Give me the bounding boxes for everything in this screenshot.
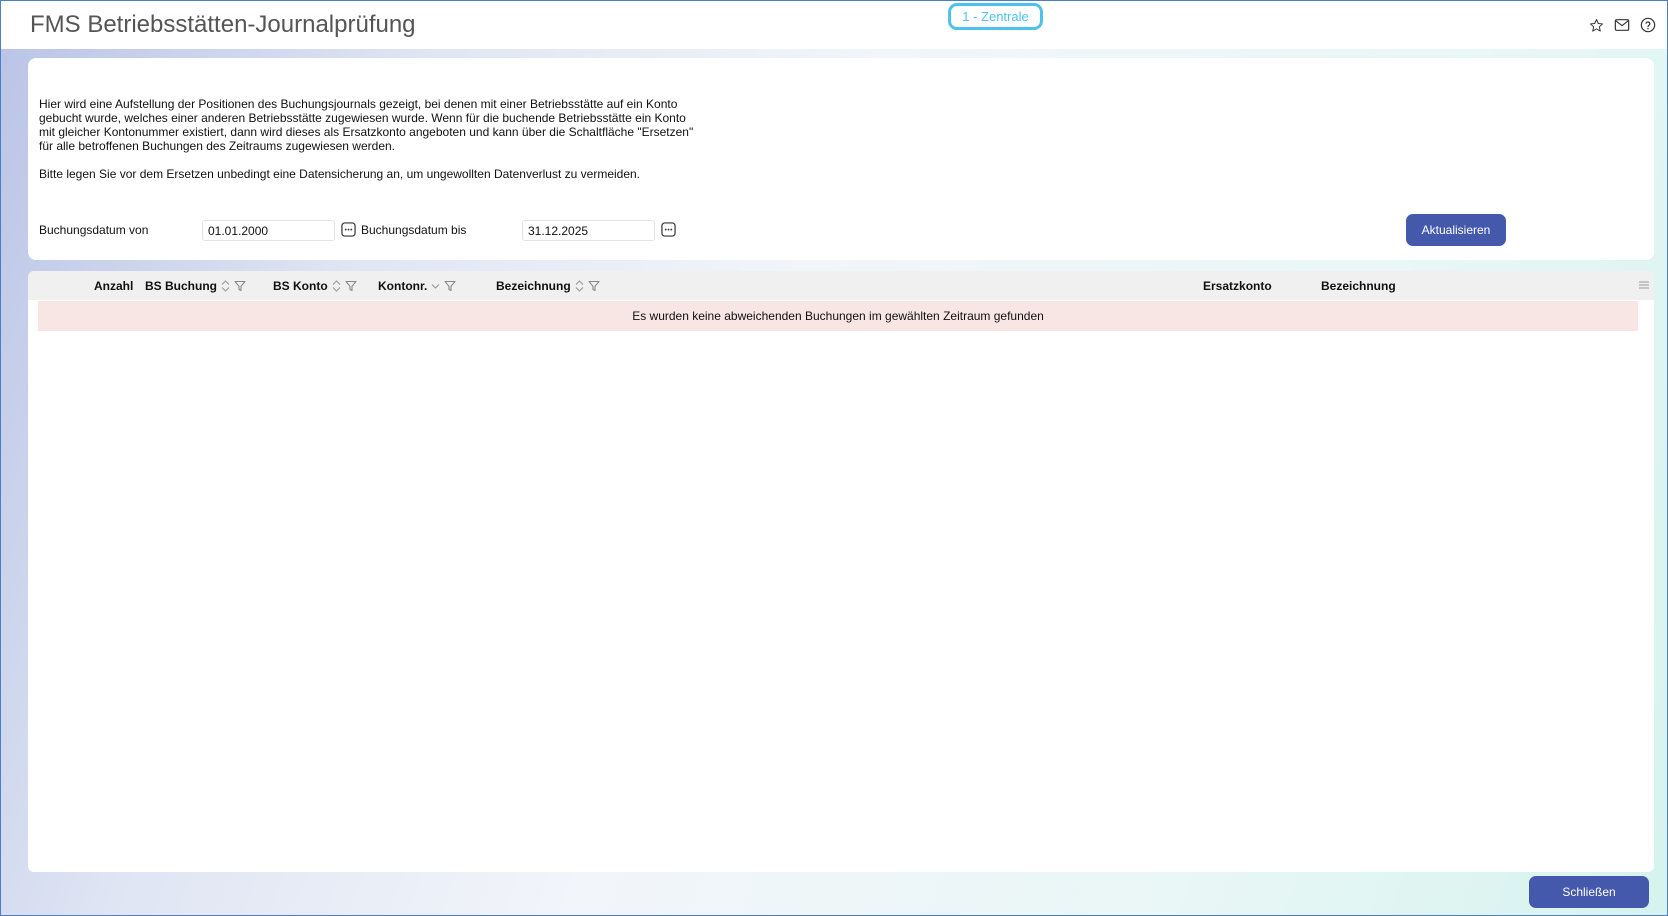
sort-icon[interactable] [332,280,341,292]
star-icon[interactable] [1587,16,1605,34]
close-button[interactable]: Schließen [1529,876,1649,908]
column-bs-buchung[interactable]: BS Buchung [145,279,246,293]
sort-descending-icon[interactable] [431,280,440,292]
filter-icon[interactable] [588,280,600,292]
results-grid: Anzahl BS Buchung BS Konto Kontonr. Beze… [28,271,1654,872]
date-to-picker-button[interactable] [661,222,677,238]
title-bar-icons [1587,16,1657,34]
intro-description: Hier wird eine Aufstellung der Positione… [39,97,694,153]
date-from-label: Buchungsdatum von [39,223,149,237]
column-bs-konto[interactable]: BS Konto [273,279,357,293]
app-title: FMS Betriebsstätten-Journalprüfung [30,11,416,38]
mail-icon[interactable] [1613,16,1631,34]
filter-panel: Hier wird eine Aufstellung der Positione… [28,58,1654,260]
sort-icon[interactable] [221,280,230,292]
location-badge[interactable]: 1 - Zentrale [948,3,1043,30]
sort-icon[interactable] [575,280,584,292]
backup-note: Bitte legen Sie vor dem Ersetzen unbedin… [39,167,641,181]
column-ersatz-bezeichnung[interactable]: Bezeichnung [1321,279,1396,293]
ellipsis-icon [341,222,356,237]
date-from-input[interactable] [202,220,335,241]
date-from-picker-button[interactable] [341,222,357,238]
filter-icon[interactable] [234,280,246,292]
column-menu-icon[interactable] [1638,279,1650,291]
column-kontonr[interactable]: Kontonr. [378,279,456,293]
filter-icon[interactable] [345,280,357,292]
filter-icon[interactable] [444,280,456,292]
intro-text-block: Hier wird eine Aufstellung der Positione… [39,97,699,181]
date-to-input[interactable] [522,220,655,241]
empty-state-row: Es wurden keine abweichenden Buchungen i… [38,301,1638,331]
column-bezeichnung[interactable]: Bezeichnung [496,279,600,293]
grid-header: Anzahl BS Buchung BS Konto Kontonr. Beze… [28,271,1654,300]
ellipsis-icon [661,222,676,237]
title-bar: FMS Betriebsstätten-Journalprüfung 1 - Z… [1,1,1667,49]
date-to-label: Buchungsdatum bis [361,223,467,237]
refresh-button[interactable]: Aktualisieren [1406,214,1506,246]
column-anzahl[interactable]: Anzahl [94,279,133,293]
help-icon[interactable] [1639,16,1657,34]
column-ersatzkonto[interactable]: Ersatzkonto [1203,279,1272,293]
